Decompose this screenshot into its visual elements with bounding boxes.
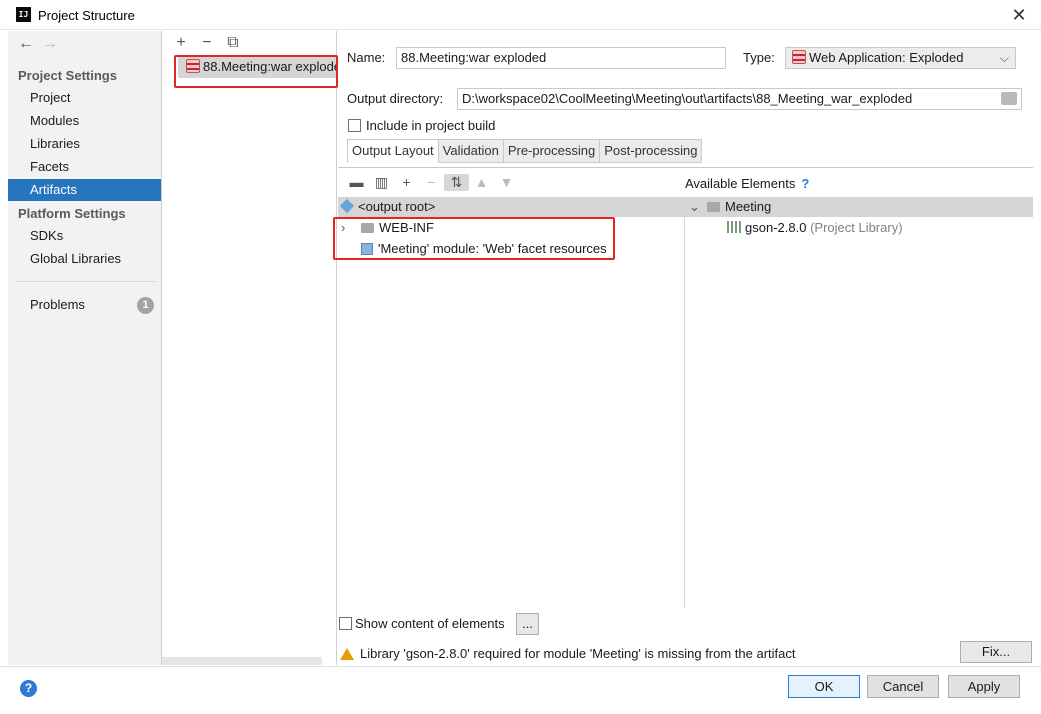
chevron-right-icon: ›: [341, 220, 346, 235]
sort-icon[interactable]: ⇅: [444, 174, 469, 191]
output-tree: <output root> › WEB-INF 'Meeting' module:…: [338, 197, 685, 608]
include-in-build-checkbox[interactable]: [348, 119, 361, 132]
artifact-details: Name: 88.Meeting:war exploded Type: Web …: [338, 31, 1033, 665]
project-settings-heading: Project Settings: [18, 68, 117, 83]
name-field[interactable]: 88.Meeting:war exploded: [396, 47, 726, 69]
bottom-panel: Show content of elements ... Library 'gs…: [338, 607, 1033, 665]
help-icon[interactable]: ?: [801, 176, 809, 191]
move-up-icon[interactable]: ▲: [469, 174, 494, 190]
browse-folder-icon[interactable]: [1001, 92, 1017, 105]
close-icon[interactable]: ✕: [1009, 4, 1029, 26]
sidebar-item-global-libraries[interactable]: Global Libraries: [8, 248, 161, 270]
tree-row-facet-resources-label: 'Meeting' module: 'Web' facet resources: [378, 241, 607, 256]
apply-button[interactable]: Apply: [948, 675, 1020, 698]
archive-icon[interactable]: ▥: [369, 174, 394, 191]
tab-output-layout[interactable]: Output Layout: [347, 139, 439, 163]
available-elements-label: Available Elements: [685, 176, 796, 191]
available-module-row[interactable]: ⌄ Meeting: [685, 197, 1033, 217]
add-icon[interactable]: +: [168, 34, 194, 52]
chevron-down-icon: ⌵: [999, 51, 1009, 65]
intellij-app-icon: IJ: [16, 7, 31, 22]
sidebar-item-modules[interactable]: Modules: [8, 110, 161, 132]
ok-button[interactable]: OK: [788, 675, 860, 698]
type-select-value: Web Application: Exploded: [809, 50, 964, 65]
output-layout-panel: ▬ ▥ + − ⇅ ▲ ▼ Available Elements? <output root…: [338, 167, 1033, 608]
module-folder-icon: [707, 202, 720, 212]
help-icon[interactable]: ?: [20, 680, 37, 697]
remove-icon[interactable]: −: [419, 174, 444, 190]
sidebar-divider: [16, 281, 156, 282]
layout-toolbar: ▬ ▥ + − ⇅ ▲ ▼: [344, 174, 519, 191]
cancel-button[interactable]: Cancel: [867, 675, 939, 698]
arrow-right-icon[interactable]: →: [38, 35, 62, 53]
artifact-list-pane: + − ⧉ 88.Meeting:war exploded: [161, 31, 338, 665]
war-exploded-icon: [186, 59, 200, 73]
library-name: gson-2.8.0: [745, 220, 807, 235]
sidebar-item-facets[interactable]: Facets: [8, 156, 161, 178]
artifact-toolbar: + − ⧉: [168, 34, 246, 52]
arrow-left-icon[interactable]: ←: [14, 35, 38, 53]
copy-icon[interactable]: ⧉: [220, 34, 246, 52]
show-content-checkbox[interactable]: [339, 617, 352, 630]
window-title: Project Structure: [38, 8, 135, 23]
include-in-build-label: Include in project build: [366, 118, 496, 133]
tree-row-web-inf[interactable]: › WEB-INF: [338, 218, 434, 238]
chevron-down-icon: ⌄: [689, 199, 700, 214]
sidebar-item-sdks[interactable]: SDKs: [8, 225, 161, 247]
remove-icon[interactable]: −: [194, 34, 220, 52]
available-elements-tree: ⌄ Meeting gson-2.8.0 (Project Library): [685, 197, 1033, 608]
warning-message: Library 'gson-2.8.0' required for module…: [340, 646, 796, 661]
tree-root-label: <output root>: [358, 199, 436, 214]
move-down-icon[interactable]: ▼: [494, 174, 519, 190]
tab-pre-processing[interactable]: Pre-processing: [503, 139, 601, 163]
output-directory-field[interactable]: D:\workspace02\CoolMeeting\Meeting\out\a…: [457, 88, 1022, 110]
more-options-button[interactable]: ...: [516, 613, 539, 635]
tab-validation[interactable]: Validation: [438, 139, 504, 163]
tab-post-processing[interactable]: Post-processing: [600, 139, 703, 163]
details-tabs: Output Layout Validation Pre-processing …: [347, 139, 703, 163]
dialog-footer: ? OK Cancel Apply: [0, 666, 1041, 714]
sidebar-item-artifacts[interactable]: Artifacts: [8, 179, 161, 201]
settings-sidebar: ← → Project Settings Project Modules Libr…: [8, 31, 161, 665]
sidebar-item-project[interactable]: Project: [8, 87, 161, 109]
web-app-icon: [792, 50, 806, 64]
tree-root-row[interactable]: <output root>: [338, 197, 684, 217]
add-icon[interactable]: +: [394, 174, 419, 190]
artifact-item[interactable]: 88.Meeting:war exploded: [178, 56, 338, 78]
tree-row-facet-resources[interactable]: 'Meeting' module: 'Web' facet resources: [338, 239, 607, 259]
output-directory-value: D:\workspace02\CoolMeeting\Meeting\out\a…: [462, 91, 913, 106]
library-note: (Project Library): [810, 220, 903, 235]
output-directory-label: Output directory:: [347, 91, 444, 106]
available-elements-heading: Available Elements?: [685, 176, 809, 191]
horizontal-scrollbar[interactable]: [162, 657, 322, 665]
available-library-row[interactable]: gson-2.8.0 (Project Library): [685, 218, 903, 238]
type-select[interactable]: Web Application: Exploded ⌵: [785, 47, 1016, 69]
warning-text: Library 'gson-2.8.0' required for module…: [360, 646, 796, 661]
tree-row-web-inf-label: WEB-INF: [379, 220, 434, 235]
fix-button[interactable]: Fix...: [960, 641, 1032, 663]
folder-add-icon[interactable]: ▬: [344, 174, 369, 190]
name-label: Name:: [347, 50, 386, 65]
web-facet-icon: [361, 243, 373, 255]
sidebar-item-libraries[interactable]: Libraries: [8, 133, 161, 155]
problems-count-badge: 1: [137, 297, 154, 314]
warning-icon: [340, 648, 354, 660]
artifact-item-label: 88.Meeting:war exploded: [203, 59, 338, 74]
output-root-icon: [339, 198, 355, 214]
folder-icon: [361, 223, 374, 233]
platform-settings-heading: Platform Settings: [18, 206, 126, 221]
show-content-label: Show content of elements: [355, 616, 505, 631]
library-icon: [727, 221, 741, 233]
available-module-label: Meeting: [725, 199, 772, 214]
type-label: Type:: [743, 50, 775, 65]
title-bar: IJ Project Structure ✕: [0, 0, 1041, 30]
